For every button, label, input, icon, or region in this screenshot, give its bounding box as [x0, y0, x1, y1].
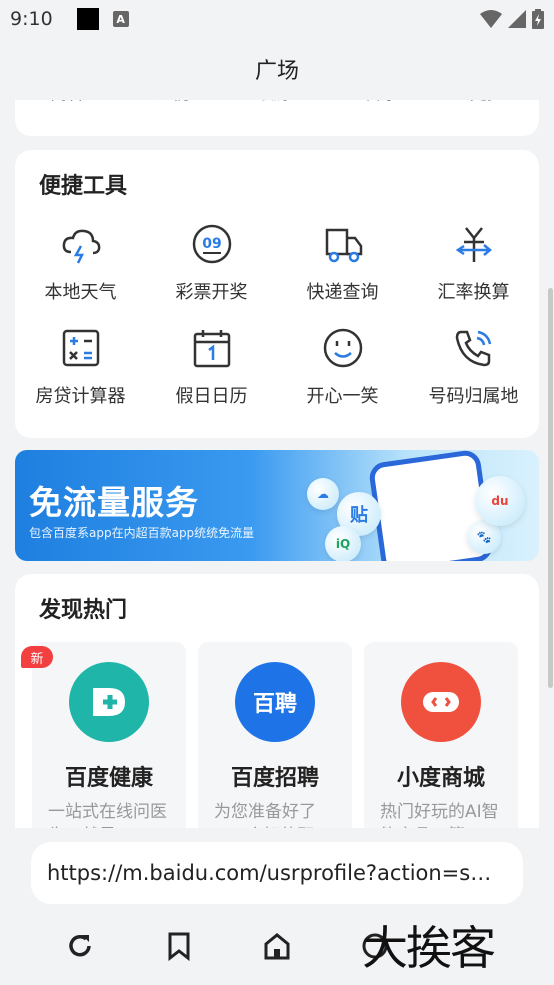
calendar-icon [190, 326, 234, 370]
tool-label: 号码归属地 [428, 386, 519, 407]
content-scroll-area[interactable]: 问答 短视 健康 目录 更多 便捷工具 本地天气 09 彩票开奖 [0, 100, 554, 828]
scrollbar[interactable] [548, 288, 553, 688]
iqiyi-bubble-icon: iQ [325, 526, 361, 561]
notification-icon [76, 8, 99, 30]
tool-weather[interactable]: 本地天气 [15, 222, 146, 304]
status-bar: 9:10 A [0, 0, 554, 38]
du-bubble: du [475, 476, 525, 526]
url-bar[interactable]: https://m.baidu.com/usrprofile?action=s… [31, 842, 523, 904]
hot-card: 发现热门 百度健康 一站式在线问医生，就是 百聘 百度招聘 为您准备好了100个… [15, 574, 539, 828]
hot-item-desc: 热门好玩的AI智能产品一箩 [380, 802, 499, 828]
hot-item-name: 小度商城 [396, 766, 485, 791]
tool-label: 快递查询 [306, 282, 379, 303]
url-text: https://m.baidu.com/usrprofile?action=s… [47, 861, 492, 885]
tool-label: 汇率换算 [437, 282, 510, 303]
tool-label: 本地天气 [44, 282, 117, 303]
tool-calculator[interactable]: 房贷计算器 [15, 326, 146, 408]
tool-label: 彩票开奖 [175, 282, 248, 303]
app-notification-icon: A [112, 11, 129, 27]
banner-subtitle: 包含百度系app在内超百款app统统免流量 [29, 526, 255, 540]
weather-icon [59, 222, 103, 266]
banner-title: 免流量服务 [29, 483, 199, 522]
tools-card: 便捷工具 本地天气 09 彩票开奖 快递查询 汇率换算 房贷计算器 假日日历 开… [15, 150, 539, 438]
new-badge: 新 [21, 646, 53, 668]
previous-card-labels: 问答 短视 健康 目录 更多 [15, 100, 539, 104]
hot-title: 发现热门 [39, 598, 128, 623]
prev-item[interactable]: 目录 [365, 100, 399, 104]
bookmark-icon [168, 932, 190, 961]
page-title: 广场 [254, 59, 299, 84]
status-time: 9:10 [10, 8, 53, 30]
store-logo-icon [401, 662, 481, 742]
watermark-logo: 大挨客 [362, 921, 496, 975]
hot-item-store[interactable]: 小度商城 热门好玩的AI智能产品一箩 [364, 642, 518, 828]
smile-icon [321, 326, 365, 370]
home-icon [264, 933, 290, 960]
svg-text:09: 09 [202, 236, 221, 252]
prev-item[interactable]: 更多 [470, 100, 504, 104]
tools-title: 便捷工具 [39, 174, 128, 199]
tool-label: 开心一笑 [306, 386, 379, 407]
refresh-icon [69, 934, 91, 957]
tool-label: 假日日历 [175, 386, 248, 407]
bookmark-button[interactable] [162, 929, 196, 963]
hot-item-jobs[interactable]: 百聘 百度招聘 为您准备好了100个好的职 [198, 642, 352, 828]
health-logo-icon [69, 662, 149, 742]
hot-item-health[interactable]: 百度健康 一站式在线问医生，就是 [32, 642, 186, 828]
cloud-bubble-icon: ☁ [307, 478, 339, 510]
tool-joke[interactable]: 开心一笑 [277, 326, 408, 408]
tool-calendar[interactable]: 假日日历 [146, 326, 277, 408]
signal-icon [508, 10, 526, 28]
free-data-banner[interactable]: 免流量服务 包含百度系app在内超百款app统统免流量 ☁ 贴 iQ 🐾 du [15, 450, 539, 561]
jobs-logo: 百聘 [235, 662, 315, 742]
tool-exchange[interactable]: 汇率换算 [408, 222, 539, 304]
lottery-icon: 09 [190, 222, 234, 266]
home-button[interactable] [260, 929, 294, 963]
prev-item[interactable]: 问答 [50, 100, 84, 104]
hot-item-name: 百度健康 [64, 766, 153, 791]
wifi-icon [480, 10, 502, 28]
refresh-button[interactable] [63, 929, 97, 963]
phone-icon [452, 326, 496, 370]
tool-phone-location[interactable]: 号码归属地 [408, 326, 539, 408]
prev-item[interactable]: 短视 [155, 100, 189, 104]
tool-lottery[interactable]: 09 彩票开奖 [146, 222, 277, 304]
hot-item-desc: 一站式在线问医生，就是 [48, 802, 167, 828]
battery-icon [532, 9, 544, 29]
tool-label: 房贷计算器 [35, 386, 126, 407]
delivery-icon [321, 222, 365, 266]
hot-item-name: 百度招聘 [230, 766, 319, 791]
hot-item-desc: 为您准备好了100个好的职 [214, 802, 316, 828]
tool-delivery[interactable]: 快递查询 [277, 222, 408, 304]
previous-card: 问答 短视 健康 目录 更多 [15, 100, 539, 136]
calculator-icon [59, 326, 103, 370]
prev-item[interactable]: 健康 [260, 100, 294, 104]
exchange-icon [452, 222, 496, 266]
